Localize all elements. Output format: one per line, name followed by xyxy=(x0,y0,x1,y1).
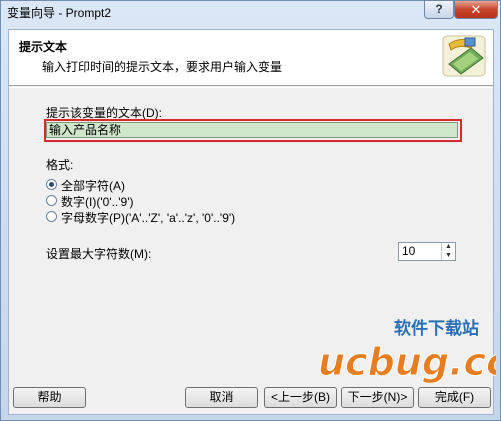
finish-button[interactable]: 完成(F) xyxy=(418,387,491,408)
title-bar[interactable]: 变量向导 - Prompt2 ? ✕ xyxy=(1,0,500,23)
max-chars-value[interactable]: 10 xyxy=(402,244,415,258)
help-button[interactable]: 帮助 xyxy=(13,387,86,408)
title-close-button[interactable]: ✕ xyxy=(454,0,498,19)
wizard-header: 提示文本 输入打印时间的提示文本，要求用户输入变量 xyxy=(9,30,493,86)
watermark-logo-text: ucbug.cc xyxy=(318,340,496,383)
radio-alphanumeric-label[interactable]: 字母数字(P)('A'..'Z', 'a'..'z', '0'..'9') xyxy=(61,209,235,226)
radio-digits-label[interactable]: 数字(I)('0'..'9') xyxy=(61,193,134,210)
radio-all-chars-label[interactable]: 全部字符(A) xyxy=(61,177,125,194)
radio-all-chars[interactable] xyxy=(46,179,57,190)
header-title: 提示文本 xyxy=(19,40,68,54)
spin-down-icon[interactable]: ▼ xyxy=(441,252,455,260)
wizard-keyboard-icon xyxy=(442,35,486,77)
wizard-window: 变量向导 - Prompt2 ? ✕ 提示文本 输入打印时间的提示文本，要求用户… xyxy=(0,0,501,421)
radio-digits[interactable] xyxy=(46,195,57,206)
header-divider xyxy=(9,87,493,88)
max-chars-spinner[interactable]: 10 ▲ ▼ xyxy=(398,242,456,261)
radio-alphanumeric[interactable] xyxy=(46,211,57,222)
site-watermark-logo: 软件下载站 ucbug.cc xyxy=(318,318,497,383)
watermark-text: 软件下载站 xyxy=(394,318,479,339)
window-title: 变量向导 - Prompt2 xyxy=(7,6,112,20)
header-description: 输入打印时间的提示文本，要求用户输入变量 xyxy=(42,60,283,74)
back-button[interactable]: <上一步(B) xyxy=(264,387,337,408)
title-help-button[interactable]: ? xyxy=(424,0,454,19)
format-label: 格式: xyxy=(46,158,74,172)
prompt-text-input[interactable]: 输入产品名称 xyxy=(46,122,458,138)
cancel-button[interactable]: 取消 xyxy=(185,387,258,408)
next-button[interactable]: 下一步(N)> xyxy=(341,387,414,408)
max-chars-label: 设置最大字符数(M): xyxy=(46,247,152,261)
spin-up-icon[interactable]: ▲ xyxy=(441,243,455,251)
